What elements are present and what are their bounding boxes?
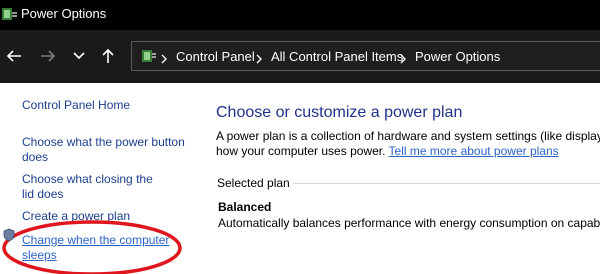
learn-more-link[interactable]: Tell me more about power plans: [389, 144, 559, 158]
back-button[interactable]: [4, 46, 24, 66]
up-button[interactable]: [98, 46, 118, 66]
main-content: Choose or customize a power plan A power…: [200, 83, 600, 274]
power-options-icon: [0, 4, 18, 24]
breadcrumb-all-items[interactable]: All Control Panel Items: [271, 49, 403, 64]
description-line-1: A power plan is a collection of hardware…: [216, 129, 600, 143]
control-panel-icon: [138, 47, 158, 65]
page-description: A power plan is a collection of hardware…: [216, 129, 600, 159]
breadcrumb-power-options[interactable]: Power Options: [415, 49, 500, 64]
arrow-right-icon: [40, 49, 56, 63]
arrow-up-icon: [101, 48, 115, 64]
shield-icon: [3, 228, 15, 242]
breadcrumb-separator-icon: [400, 51, 406, 69]
page-title: Choose or customize a power plan: [216, 104, 463, 121]
address-bar[interactable]: Control Panel All Control Panel Items Po…: [131, 41, 600, 71]
arrow-left-icon: [6, 49, 22, 63]
plan-description: Automatically balances performance with …: [218, 216, 600, 230]
breadcrumb-control-panel[interactable]: Control Panel: [176, 49, 255, 64]
navigation-bar: Control Panel All Control Panel Items Po…: [0, 30, 600, 83]
breadcrumb-separator-icon: [161, 51, 167, 69]
plan-name[interactable]: Balanced: [218, 200, 271, 214]
description-line-2: how your computer uses power.: [216, 144, 389, 158]
forward-button[interactable]: [38, 46, 58, 66]
annotation-circle: [2, 220, 182, 274]
chevron-down-icon: [73, 52, 85, 60]
breadcrumb-separator-icon: [256, 51, 262, 69]
selected-plan-label: Selected plan: [217, 176, 290, 190]
sidebar-item-power-button[interactable]: Choose what the power button does: [22, 135, 192, 165]
recent-locations-button[interactable]: [72, 46, 86, 66]
section-divider: [293, 183, 600, 184]
sidebar-item-control-panel-home[interactable]: Control Panel Home: [22, 98, 197, 113]
window-title: Power Options: [21, 6, 107, 21]
sidebar-item-closing-lid[interactable]: Choose what closing the lid does: [22, 172, 162, 202]
title-bar: Power Options: [0, 0, 600, 30]
